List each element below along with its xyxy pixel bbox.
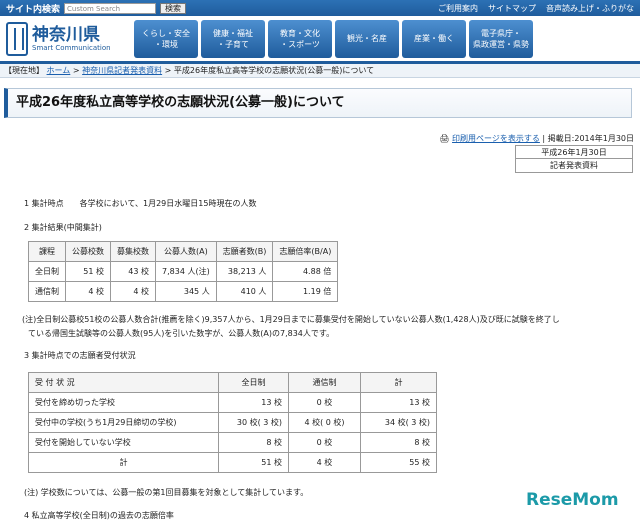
table-header: 受 付 状 況 <box>28 372 219 393</box>
section-4: 4 私立高等学校(全日制)の過去の志願倍率 <box>24 511 174 520</box>
table-cell: 8 校 <box>360 432 437 453</box>
table-header: 志願倍率(B/A) <box>272 241 339 262</box>
table-cell: 4 校 <box>110 281 156 302</box>
watermark-logo: ReseMom <box>526 490 619 510</box>
table-header: 課程 <box>28 241 66 262</box>
table-row: 課程 公募校数 募集校数 公募人数(A) 志願者数(B) 志願倍率(B/A) <box>28 241 339 262</box>
top-bar: サイト内検索 Custom Search 検索 ご利用案内 サイトマップ 音声読… <box>0 0 640 16</box>
breadcrumb-press[interactable]: 神奈川県記者発表資料 <box>82 66 162 75</box>
prefecture-emblem-icon <box>6 21 28 56</box>
table-header: 通信制 <box>288 372 361 393</box>
logo-name: 神奈川県 <box>32 24 100 45</box>
posted-date: 掲載日:2014年1月30日 <box>547 134 634 143</box>
table-cell: 345 人 <box>155 281 217 302</box>
table-row: 受付を締め切った学校 13 校0 校 13 校 <box>28 392 437 413</box>
table-cell: 51 校 <box>65 261 111 282</box>
page-title: 平成26年度私立高等学校の志願状況(公募一般)について <box>4 88 632 118</box>
table-cell: 4.88 倍 <box>272 261 339 282</box>
date-box-type: 記者発表資料 <box>550 161 598 170</box>
search-input[interactable]: Custom Search <box>64 2 157 14</box>
nav-living[interactable]: くらし・安全 ・環境 <box>134 19 198 58</box>
logo[interactable]: 神奈川県 Smart Communication <box>6 21 134 56</box>
table-header: 志願者数(B) <box>215 241 274 262</box>
nav-health[interactable]: 健康・福祉 ・子育て <box>201 19 265 58</box>
table-cell: 7,834 人(注) <box>155 261 217 282</box>
table-cell: 0 校 <box>288 392 361 413</box>
table-cell: 55 校 <box>360 452 437 473</box>
voice-furigana-link[interactable]: 音声読み上げ・ふりがな <box>546 3 634 14</box>
table-cell: 13 校 <box>360 392 437 413</box>
table-header: 計 <box>360 372 437 393</box>
table-cell: 受付を開始していない学校 <box>28 432 219 453</box>
nav-egov[interactable]: 電子県庁・ 県政運営・県勢 <box>469 19 533 58</box>
search-button[interactable]: 検索 <box>160 2 187 14</box>
nav-tourism[interactable]: 観光・名産 <box>335 19 399 58</box>
note-1: (注)全日制公募校51校の公募人数合計(推薦を除く)9,357人から、1月29日… <box>22 315 560 324</box>
section-2: 2 集計結果(中間集計) <box>24 223 102 232</box>
table-cell: 0 校 <box>288 432 361 453</box>
table-cell: 8 校 <box>218 432 289 453</box>
breadcrumb: 【現在地】 ホーム > 神奈川県記者発表資料 > 平成26年度私立高等学校の志願… <box>0 64 640 78</box>
site-search-label: サイト内検索 <box>6 4 61 15</box>
table-row: 受付を開始していない学校 8 校0 校8 校 <box>28 432 437 453</box>
table-cell: 43 校 <box>110 261 156 282</box>
status-table: 受 付 状 況全日制 通信制計 受付を締め切った学校 13 校0 校 13 校 受付中… <box>28 372 437 473</box>
table-cell: 計 <box>28 452 219 473</box>
table-cell: 4 校( 0 校) <box>288 412 361 433</box>
table-cell: 4 校 <box>65 281 111 302</box>
table-cell: 38,213 人 <box>215 261 274 282</box>
note-2: (注) 学校数については、公募一般の第1回目募集を対象として集計しています。 <box>24 488 309 497</box>
table-row: 受付中の学校(うち1月29日締切の学校) 30 校( 3 校) 4 校( 0 校) 3… <box>28 412 437 433</box>
table-cell: 51 校 <box>218 452 289 473</box>
table-row: 計 51 校4 校 55 校 <box>28 452 437 473</box>
table-cell: 受付を締め切った学校 <box>28 392 219 413</box>
nav-education[interactable]: 教育・文化 ・スポーツ <box>268 19 332 58</box>
table-row: 通信制 4 校4 校 345 人 410 人 1.19 倍 <box>28 281 339 302</box>
date-box: 平成26年1月30日 記者発表資料 <box>515 145 633 173</box>
table-cell: 1.19 倍 <box>272 281 339 302</box>
global-nav: くらし・安全 ・環境 健康・福祉 ・子育て 教育・文化 ・スポーツ 観光・名産 … <box>134 19 533 58</box>
header: 神奈川県 Smart Communication くらし・安全 ・環境 健康・福祉… <box>0 16 640 64</box>
nav-industry[interactable]: 産業・働く <box>402 19 466 58</box>
table-cell: 410 人 <box>215 281 274 302</box>
table-cell: 通信制 <box>28 281 66 302</box>
table-cell: 30 校( 3 校) <box>218 412 289 433</box>
table-row: 受 付 状 況全日制 通信制計 <box>28 372 437 393</box>
table-cell: 4 校 <box>288 452 361 473</box>
breadcrumb-home[interactable]: ホーム <box>47 66 71 75</box>
breadcrumb-page: 平成26年度私立高等学校の志願状況(公募一般)について <box>173 66 375 75</box>
logo-sub: Smart Communication <box>32 43 111 52</box>
print-page-link[interactable]: 印刷用ページを表示する <box>452 134 540 143</box>
table-header: 公募人数(A) <box>155 241 217 262</box>
sitemap-link[interactable]: サイトマップ <box>488 3 536 14</box>
table-cell: 13 校 <box>218 392 289 413</box>
table-cell: 受付中の学校(うち1月29日締切の学校) <box>28 412 219 433</box>
note-1b: ている帰国生試験等の公募人数(95人)を引いた数字が、公募人数(A)の7,834… <box>28 329 335 338</box>
table-row: 全日制 51 校 43 校 7,834 人(注) 38,213 人 4.88 倍 <box>28 261 339 282</box>
section-3: 3 集計時点での志願者受付状況 <box>24 351 136 360</box>
table-header: 全日制 <box>218 372 289 393</box>
print-row: 🖨 印刷用ページを表示する | 掲載日:2014年1月30日 <box>439 134 634 143</box>
date-box-date: 平成26年1月30日 <box>516 146 632 159</box>
table-header: 公募校数 <box>65 241 111 262</box>
table-cell: 34 校( 3 校) <box>360 412 437 433</box>
results-table: 課程 公募校数 募集校数 公募人数(A) 志願者数(B) 志願倍率(B/A) 全日制 51 … <box>28 241 339 302</box>
table-cell: 全日制 <box>28 261 66 282</box>
usage-guide-link[interactable]: ご利用案内 <box>438 3 478 14</box>
breadcrumb-current-label: 【現在地】 <box>4 66 44 75</box>
section-1: 1 集計時点 各学校において、1月29日水曜日15時現在の人数 <box>24 199 257 208</box>
table-header: 募集校数 <box>110 241 156 262</box>
